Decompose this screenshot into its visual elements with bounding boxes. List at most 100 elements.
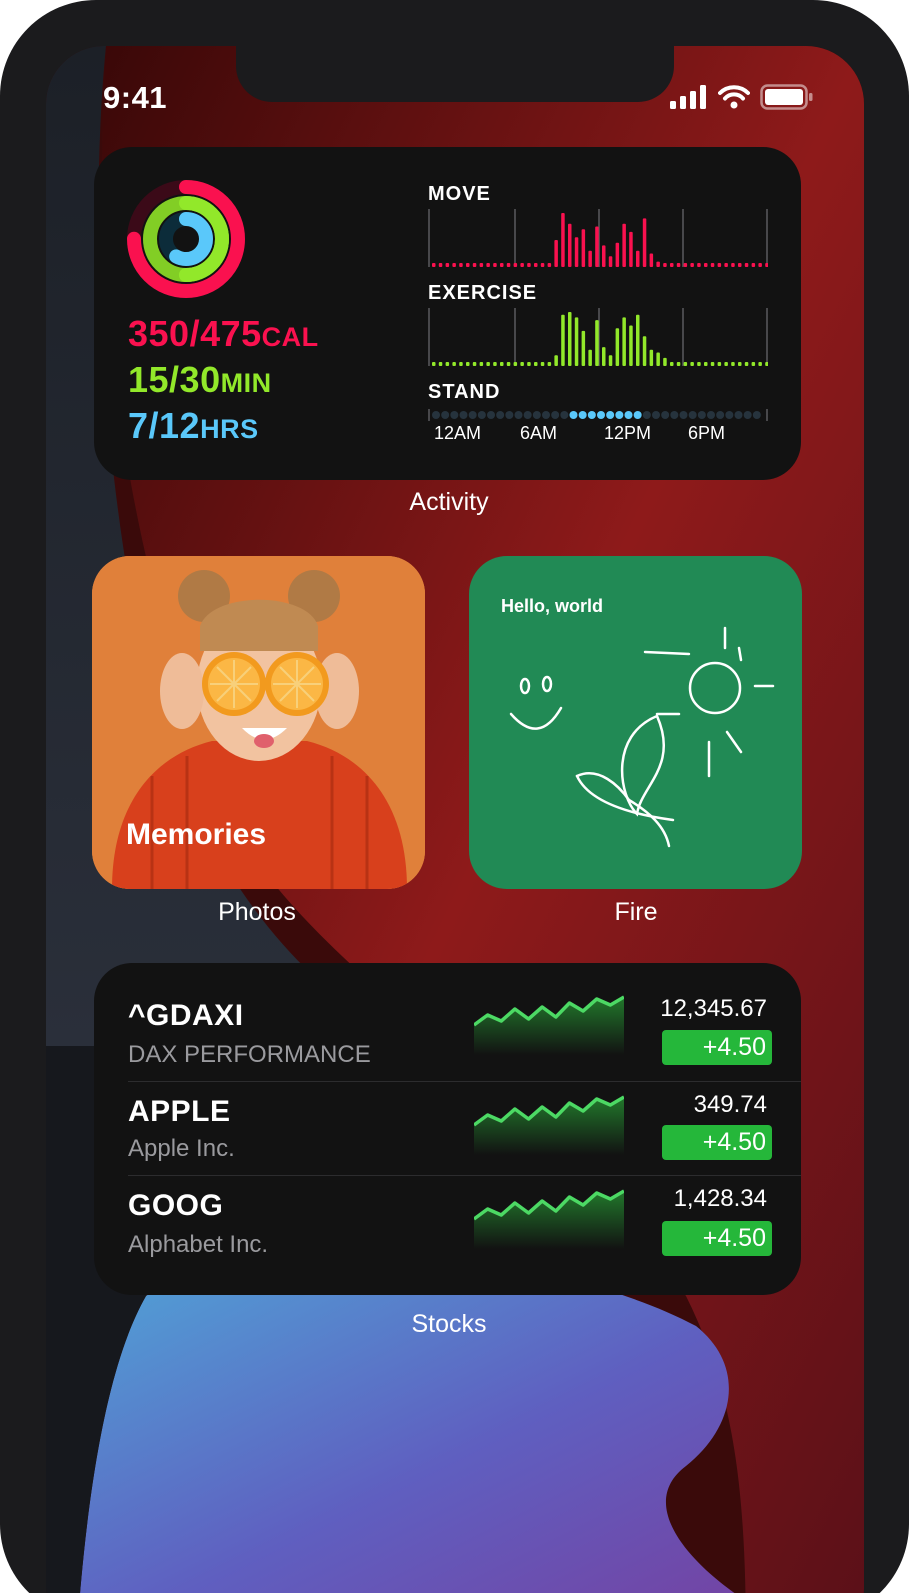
- stock-price: 12,345.67: [660, 995, 767, 1022]
- exercise-bar: [608, 355, 613, 366]
- stock-sparkline: [474, 995, 624, 1055]
- activity-widget[interactable]: 350/475CAL 15/30MIN 7/12HRS MOVE EXERCIS…: [94, 147, 801, 480]
- move-bar: [738, 263, 742, 267]
- sparkline-area: [474, 1191, 624, 1249]
- stand-dot: [468, 411, 477, 419]
- exercise-bar: [751, 362, 756, 366]
- move-bar: [554, 240, 558, 267]
- exercise-bar: [697, 362, 701, 366]
- exercise-bar: [738, 362, 742, 366]
- exercise-bar: [602, 347, 606, 366]
- exercise-bar: [438, 362, 443, 366]
- exercise-bar: [459, 362, 463, 366]
- move-bar: [663, 263, 667, 267]
- stock-symbol: APPLE: [128, 1095, 231, 1128]
- exercise-value: 15/30: [128, 359, 221, 400]
- exercise-stat: 15/30MIN: [128, 359, 272, 401]
- notch: [236, 46, 674, 102]
- row-divider: [128, 1081, 801, 1082]
- stand-chart-title: STAND: [428, 381, 501, 403]
- doodle-drawing: [509, 626, 775, 848]
- stand-dot: [532, 411, 541, 419]
- stock-sparkline: [474, 1189, 624, 1249]
- move-bar: [717, 263, 722, 267]
- cellular-signal-icon: [670, 85, 706, 109]
- fire-widget[interactable]: Hello, world: [469, 556, 802, 889]
- exercise-unit: MIN: [220, 368, 272, 398]
- stocks-widget[interactable]: ^GDAXI DAX PERFORMANCE 12,345.67 +4.50 A…: [94, 963, 801, 1295]
- fire-widget-label: Fire: [614, 898, 658, 926]
- activity-rings: [127, 180, 245, 298]
- exercise-bar: [690, 362, 694, 366]
- stock-price: 1,428.34: [673, 1185, 767, 1212]
- stock-name: Alphabet Inc.: [128, 1231, 269, 1258]
- move-bar: [452, 263, 456, 267]
- exercise-bar: [588, 349, 592, 366]
- exercise-bar: [534, 362, 538, 366]
- move-bar: [534, 263, 538, 267]
- exercise-bar: [731, 362, 735, 366]
- memories-title: Memories: [126, 818, 267, 851]
- stock-change-badge[interactable]: +4.50: [662, 1125, 772, 1160]
- photos-widget[interactable]: Memories: [92, 556, 425, 889]
- move-bar: [602, 245, 606, 267]
- move-bar: [432, 263, 436, 267]
- move-bar: [636, 250, 640, 267]
- stand-unit: HRS: [200, 414, 259, 444]
- move-bar: [615, 242, 620, 267]
- stand-dot: [477, 411, 486, 419]
- move-bar: [622, 223, 626, 267]
- move-bar: [472, 263, 477, 267]
- stand-dot: [633, 411, 642, 419]
- time-label-12am: 12AM: [434, 423, 482, 443]
- exercise-bar: [670, 362, 674, 366]
- stand-dot: [652, 411, 660, 419]
- move-bar: [751, 263, 756, 267]
- exercise-bar: [595, 320, 599, 366]
- move-bar: [581, 229, 586, 267]
- move-bar: [724, 263, 728, 267]
- stand-dot: [606, 411, 615, 419]
- exercise-bar: [445, 362, 450, 366]
- exercise-bar: [493, 362, 497, 366]
- stock-change-badge[interactable]: +4.50: [662, 1221, 772, 1256]
- move-bar: [758, 263, 762, 267]
- wifi-icon: [718, 85, 750, 109]
- move-value: 350/475: [128, 313, 262, 354]
- move-bar: [683, 263, 688, 267]
- stock-row[interactable]: ^GDAXI DAX PERFORMANCE 12,345.67 +4.50: [94, 991, 801, 1087]
- stand-dot: [578, 411, 587, 419]
- stocks-widget-label: Stocks: [411, 1310, 487, 1338]
- move-stat: 350/475CAL: [128, 313, 319, 355]
- stand-dot: [642, 411, 651, 419]
- move-bar: [500, 263, 504, 267]
- exercise-bar: [744, 362, 749, 366]
- stand-dot: [670, 411, 679, 419]
- stand-dot: [551, 411, 560, 419]
- exercise-bar: [486, 362, 490, 366]
- stand-dot: [587, 411, 596, 419]
- time-label-12pm: 12PM: [604, 423, 652, 443]
- exercise-bar: [710, 362, 715, 366]
- exercise-bar: [676, 362, 681, 366]
- stand-dot: [487, 411, 495, 419]
- stand-dot: [505, 411, 514, 419]
- exercise-bar: [615, 328, 620, 366]
- home-screen: 9:41 350/475CAL 15/30MIN 7/12HRS MOVE EX…: [46, 46, 864, 1593]
- move-bar: [731, 263, 735, 267]
- stand-dot: [688, 411, 697, 419]
- move-unit: CAL: [261, 322, 319, 352]
- exercise-bar: [520, 362, 524, 366]
- stand-dot: [624, 411, 633, 419]
- stand-dot: [716, 411, 725, 419]
- exercise-bar: [479, 362, 484, 366]
- stock-row[interactable]: APPLE Apple Inc. 349.74 +4.50: [94, 1087, 801, 1183]
- exercise-bar: [656, 352, 660, 366]
- status-icons: [670, 84, 814, 110]
- move-bar: [479, 263, 484, 267]
- stock-name: Apple Inc.: [128, 1135, 235, 1162]
- move-bar: [493, 263, 497, 267]
- stock-row[interactable]: GOOG Alphabet Inc. 1,428.34 +4.50: [94, 1181, 801, 1277]
- move-bar: [608, 256, 613, 267]
- stock-change-badge[interactable]: +4.50: [662, 1030, 772, 1065]
